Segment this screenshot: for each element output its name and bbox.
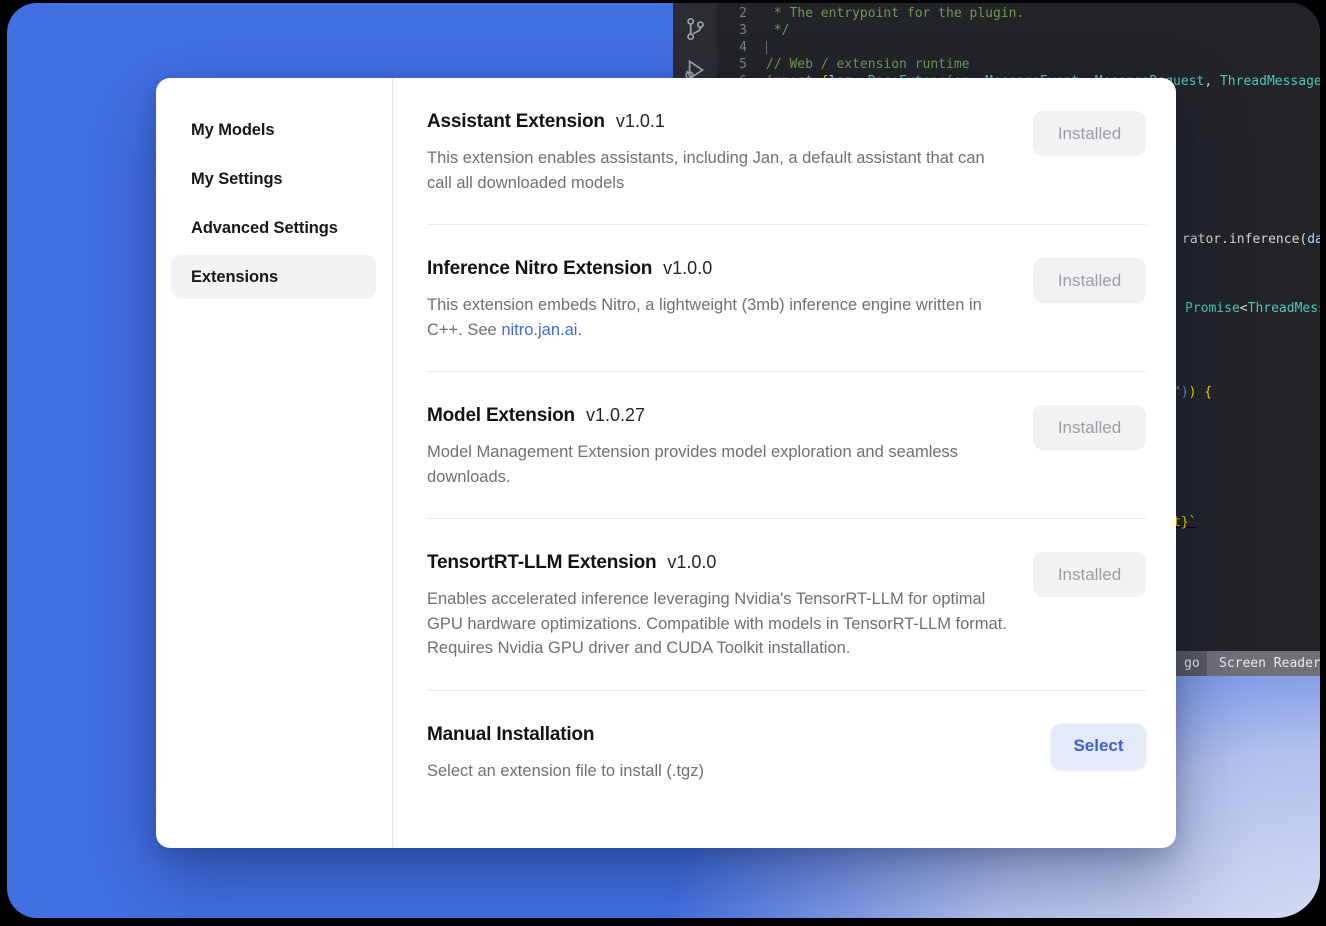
nitro-jan-ai-link[interactable]: nitro.jan.ai <box>501 321 577 339</box>
extension-version: v1.0.1 <box>616 111 665 132</box>
manual-installation-description: Select an extension file to install (.tg… <box>427 759 704 784</box>
source-control-icon[interactable] <box>682 16 708 42</box>
text-cursor <box>766 41 767 54</box>
select-file-button[interactable]: Select <box>1051 724 1146 769</box>
extension-name: Inference Nitro Extension <box>427 258 652 280</box>
code-fragment: t}` <box>1173 514 1196 531</box>
extension-info: TensortRT-LLM Extension v1.0.0 Enables a… <box>427 552 1012 661</box>
sidebar-item-extensions[interactable]: Extensions <box>171 255 376 299</box>
extension-version: v1.0.0 <box>663 258 712 279</box>
installed-button[interactable]: Installed <box>1033 552 1146 597</box>
code-fragment: ")) { <box>1173 384 1212 401</box>
settings-sidebar: My Models My Settings Advanced Settings … <box>156 78 392 848</box>
extension-row-inference-nitro: Inference Nitro Extension v1.0.0 This ex… <box>427 225 1146 372</box>
extension-info: Assistant Extension v1.0.1 This extensio… <box>427 111 1012 195</box>
line-number: 3 <box>717 22 747 39</box>
extensions-list: Assistant Extension v1.0.1 This extensio… <box>393 78 1176 848</box>
settings-modal: My Models My Settings Advanced Settings … <box>156 78 1176 848</box>
extension-row-tensorrt-llm: TensortRT-LLM Extension v1.0.0 Enables a… <box>427 519 1146 691</box>
extension-name: Assistant Extension <box>427 111 605 133</box>
extension-row-assistant: Assistant Extension v1.0.1 This extensio… <box>427 78 1146 225</box>
extension-name: TensortRT-LLM Extension <box>427 552 656 574</box>
code-text: // Web / extension runtime <box>747 56 970 73</box>
code-line: 2 * The entrypoint for the plugin. <box>717 5 1320 22</box>
extension-info: Manual Installation Select an extension … <box>427 724 704 784</box>
installed-button[interactable]: Installed <box>1033 405 1146 450</box>
sidebar-item-advanced-settings[interactable]: Advanced Settings <box>171 206 376 250</box>
extension-version: v1.0.0 <box>667 552 716 573</box>
code-line: 5 // Web / extension runtime <box>717 56 1320 73</box>
extension-info: Inference Nitro Extension v1.0.0 This ex… <box>427 258 1012 342</box>
extension-name: Model Extension <box>427 405 575 427</box>
line-number: 4 <box>717 39 747 56</box>
extension-info: Model Extension v1.0.27 Model Management… <box>427 405 1012 489</box>
sidebar-item-my-settings[interactable]: My Settings <box>171 157 376 201</box>
extension-description: This extension embeds Nitro, a lightweig… <box>427 293 1012 342</box>
extension-version: v1.0.27 <box>586 405 645 426</box>
code-text: * The entrypoint for the plugin. <box>747 5 1024 22</box>
code-text: */ <box>747 22 789 39</box>
sidebar-item-my-models[interactable]: My Models <box>171 108 376 152</box>
extension-description: Model Management Extension provides mode… <box>427 440 1012 489</box>
code-line: 4 <box>717 39 1320 56</box>
extension-row-model: Model Extension v1.0.27 Model Management… <box>427 372 1146 519</box>
extension-description: Enables accelerated inference leveraging… <box>427 587 1012 661</box>
desktop-background: 2 * The entrypoint for the plugin. 3 */ … <box>7 3 1320 918</box>
extension-description: This extension enables assistants, inclu… <box>427 146 1012 195</box>
description-text: . <box>577 321 582 339</box>
status-bar-text[interactable]: go <box>1184 651 1200 676</box>
manual-installation-row: Manual Installation Select an extension … <box>427 691 1146 813</box>
code-text <box>747 39 767 56</box>
manual-installation-title: Manual Installation <box>427 724 594 746</box>
installed-button[interactable]: Installed <box>1033 111 1146 156</box>
installed-button[interactable]: Installed <box>1033 258 1146 303</box>
line-number: 5 <box>717 56 747 73</box>
screen-reader-status-item[interactable]: Screen Reader Optimized <box>1207 651 1320 676</box>
code-fragment: rator.inference(data)); <box>1182 231 1320 248</box>
code-line: 3 */ <box>717 22 1320 39</box>
line-number: 2 <box>717 5 747 22</box>
code-fragment: Promise<ThreadMessage> <box>1185 300 1320 317</box>
